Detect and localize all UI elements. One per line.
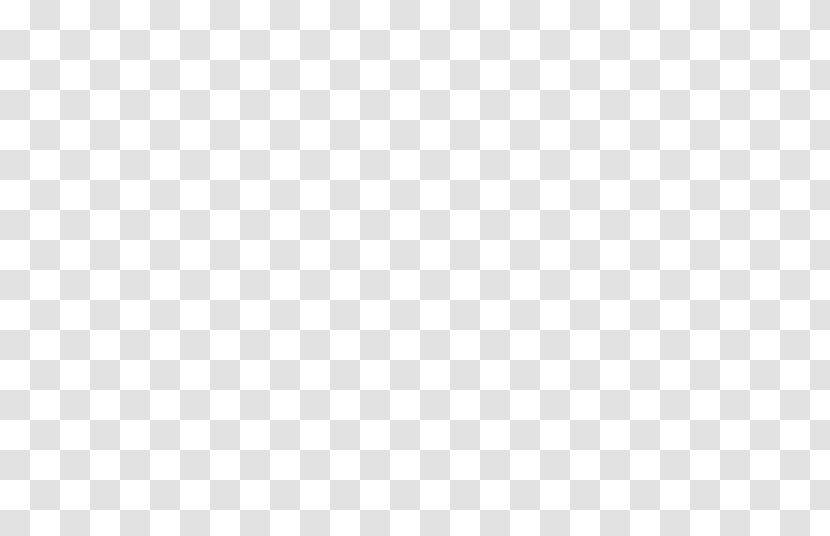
connector-lines — [0, 0, 830, 536]
